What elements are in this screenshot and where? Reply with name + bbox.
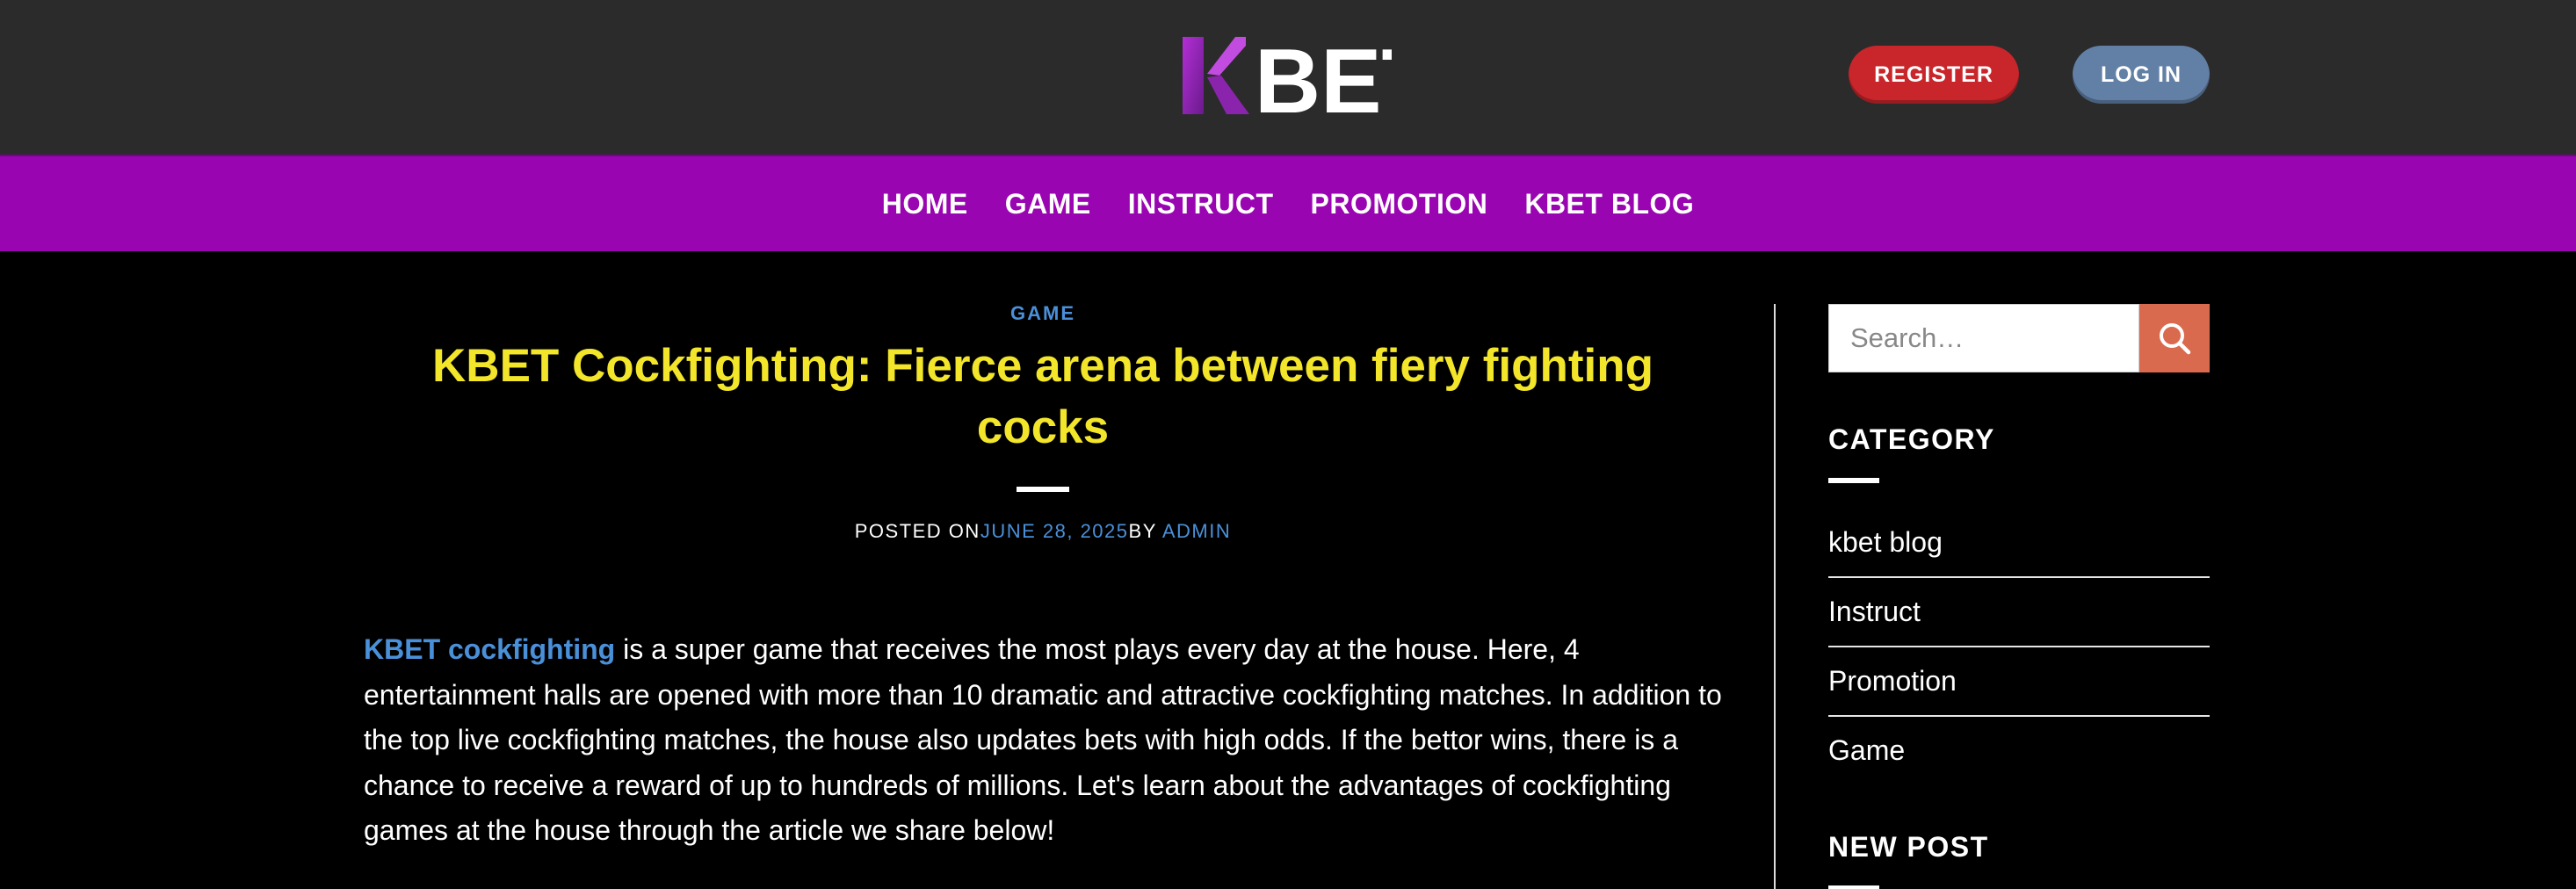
sidebar: Search… CATEGORY kbet blog Instruct Prom… [1828, 251, 2210, 889]
intro-link[interactable]: KBET cockfighting [364, 633, 615, 665]
nav-item-promotion[interactable]: PROMOTION [1311, 188, 1488, 220]
category-item-promotion[interactable]: Promotion [1828, 647, 2210, 715]
category-widget-title: CATEGORY [1828, 423, 1995, 455]
author-link[interactable]: ADMIN [1162, 520, 1231, 542]
title-divider [1017, 487, 1069, 492]
kbet-logo-icon: BET [1183, 33, 1392, 118]
category-title-bar [1828, 478, 1879, 483]
by-label: BY [1128, 520, 1157, 542]
intro-text: is a super game that receives the most p… [364, 633, 1722, 846]
posted-on-label: POSTED ON [854, 520, 980, 542]
category-item-kbet-blog[interactable]: kbet blog [1828, 509, 2210, 576]
register-button[interactable]: REGISTER [1849, 46, 2019, 104]
post-date-link[interactable]: JUNE 28, 2025 [980, 520, 1129, 542]
site-header: BET REGISTER LOG IN [0, 0, 2576, 155]
kbet-logo[interactable]: BET [1181, 33, 1392, 118]
search-button[interactable] [2139, 304, 2210, 372]
search-placeholder: Search… [1850, 322, 1965, 353]
nav-item-game[interactable]: GAME [1005, 188, 1091, 220]
article-meta: POSTED ONJUNE 28, 2025BY ADMIN [364, 520, 1722, 543]
new-post-widget-title: NEW POST [1828, 831, 1989, 863]
article: GAME KBET Cockfighting: Fierce arena bet… [364, 251, 1722, 889]
nav-item-instruct[interactable]: INSTRUCT [1128, 188, 1274, 220]
search-input[interactable]: Search… [1828, 304, 2139, 372]
search-icon [2160, 323, 2191, 355]
main-nav: HOME GAME INSTRUCT PROMOTION KBET BLOG [0, 155, 2576, 251]
nav-item-home[interactable]: HOME [882, 188, 968, 220]
sidebar-separator [1774, 304, 1776, 889]
article-intro-paragraph: KBET cockfighting is a super game that r… [364, 627, 1722, 854]
new-post-title-bar [1828, 885, 1879, 889]
login-button[interactable]: LOG IN [2073, 46, 2210, 104]
category-item-instruct[interactable]: Instruct [1828, 578, 2210, 646]
category-item-game[interactable]: Game [1828, 717, 2210, 784]
article-title: KBET Cockfighting: Fierce arena between … [432, 340, 1653, 453]
article-category-link[interactable]: GAME [364, 302, 1722, 325]
svg-text:BET: BET [1255, 33, 1392, 118]
category-list: kbet blog Instruct Promotion Game [1828, 509, 2210, 784]
nav-item-kbet-blog[interactable]: KBET BLOG [1524, 188, 1694, 220]
